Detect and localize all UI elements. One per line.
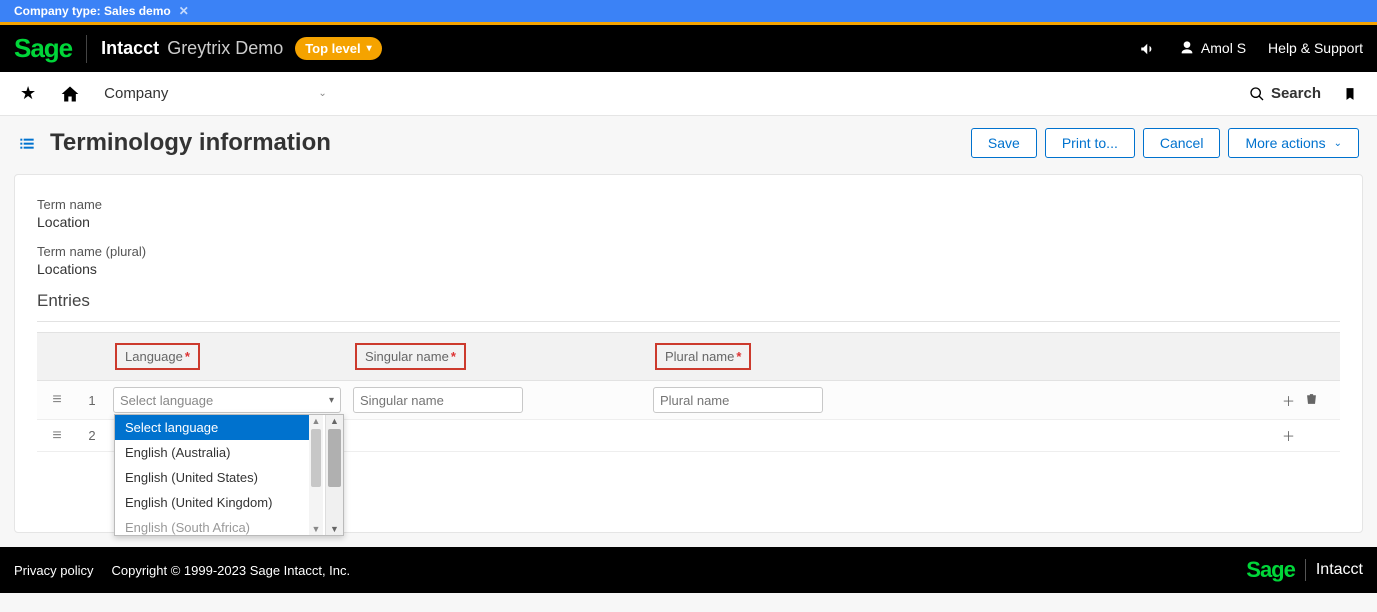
col-singular-header: Singular name* xyxy=(355,343,466,370)
page-header: Terminology information Save Print to...… xyxy=(0,116,1377,170)
dropdown-option[interactable]: English (South Africa) xyxy=(115,515,311,535)
search-icon xyxy=(1249,86,1265,102)
more-actions-label: More actions xyxy=(1245,135,1325,151)
table-header-row: Language* Singular name* Plural name* xyxy=(37,333,1340,381)
module-label: Company xyxy=(104,85,168,102)
divider xyxy=(37,321,1340,322)
chevron-down-icon: ▾ xyxy=(329,395,334,406)
term-plural-label: Term name (plural) xyxy=(37,244,1340,259)
entries-table: Language* Singular name* Plural name* ≡ … xyxy=(37,332,1340,452)
product-name: Intacct xyxy=(101,38,159,59)
topbar: Sage Intacct Greytrix Demo Top level ▾ A… xyxy=(0,22,1377,72)
menubar: ★ Company ⌄ Search xyxy=(0,72,1377,116)
dropdown-option[interactable]: Select language xyxy=(115,415,311,440)
chevron-down-icon: ⌄ xyxy=(318,88,326,99)
dropdown-option[interactable]: English (United Kingdom) xyxy=(115,490,311,515)
cancel-button[interactable]: Cancel xyxy=(1143,128,1221,158)
home-icon[interactable] xyxy=(60,83,80,104)
search-label: Search xyxy=(1271,85,1321,102)
chevron-down-icon: ▾ xyxy=(367,43,372,54)
level-selector[interactable]: Top level ▾ xyxy=(295,37,381,60)
search-button[interactable]: Search xyxy=(1249,85,1321,102)
divider xyxy=(1305,559,1306,581)
level-label: Top level xyxy=(305,41,360,56)
chevron-down-icon: ⌄ xyxy=(1334,138,1342,149)
page-title: Terminology information xyxy=(50,129,331,157)
bookmark-icon[interactable] xyxy=(1343,85,1357,103)
language-select[interactable]: Select language ▾ Select language Englis… xyxy=(113,387,341,413)
sage-logo: Sage xyxy=(14,33,72,64)
drag-handle-icon[interactable]: ≡ xyxy=(37,420,77,452)
demo-banner-text: Company type: Sales demo xyxy=(14,4,171,18)
demo-banner: Company type: Sales demo ✕ xyxy=(0,0,1377,22)
row-number: 2 xyxy=(77,420,107,452)
company-name: Greytrix Demo xyxy=(167,38,283,59)
privacy-link[interactable]: Privacy policy xyxy=(14,563,93,578)
form-card: Term name Location Term name (plural) Lo… xyxy=(14,174,1363,533)
term-name-value: Location xyxy=(37,214,1340,230)
page-actions: Save Print to... Cancel More actions ⌄ xyxy=(971,128,1359,158)
copyright-text: Copyright © 1999-2023 Sage Intacct, Inc. xyxy=(111,563,350,578)
user-name: Amol S xyxy=(1201,40,1246,56)
col-language-header: Language* xyxy=(115,343,200,370)
delete-row-icon[interactable] xyxy=(1305,391,1318,410)
table-row: ≡ 1 Select language ▾ Select language En… xyxy=(37,381,1340,420)
divider xyxy=(86,35,87,63)
scroll-down-icon[interactable]: ▼ xyxy=(330,523,339,535)
user-menu[interactable]: Amol S xyxy=(1179,40,1246,56)
plural-name-input[interactable] xyxy=(653,387,823,413)
entries-heading: Entries xyxy=(37,291,1340,311)
print-button[interactable]: Print to... xyxy=(1045,128,1135,158)
scrollbar[interactable]: ▲ ▼ xyxy=(325,415,343,535)
close-icon[interactable]: ✕ xyxy=(179,4,189,18)
product-name: Intacct xyxy=(1316,561,1363,579)
help-link[interactable]: Help & Support xyxy=(1268,40,1363,56)
language-dropdown: Select language English (Australia) Engl… xyxy=(114,414,344,536)
drag-handle-icon[interactable]: ≡ xyxy=(37,381,77,420)
user-icon xyxy=(1179,40,1195,56)
list-icon[interactable] xyxy=(18,133,36,154)
language-placeholder: Select language xyxy=(120,393,213,408)
term-name-label: Term name xyxy=(37,197,1340,212)
dropdown-option[interactable]: English (United States) xyxy=(115,465,311,490)
save-button[interactable]: Save xyxy=(971,128,1037,158)
row-number: 1 xyxy=(77,381,107,420)
topbar-right: Amol S Help & Support xyxy=(1139,39,1363,57)
col-plural-header: Plural name* xyxy=(655,343,751,370)
singular-name-input[interactable] xyxy=(353,387,523,413)
scroll-down-icon[interactable]: ▼ xyxy=(312,523,321,535)
scroll-up-icon[interactable]: ▲ xyxy=(330,415,339,427)
scroll-up-icon[interactable]: ▲ xyxy=(312,415,321,427)
module-selector[interactable]: Company ⌄ xyxy=(104,85,327,102)
more-actions-button[interactable]: More actions ⌄ xyxy=(1228,128,1359,158)
announcement-icon[interactable] xyxy=(1139,39,1157,57)
sage-logo: Sage xyxy=(1246,557,1295,583)
add-row-icon[interactable]: ＋ xyxy=(1282,426,1295,445)
term-plural-value: Locations xyxy=(37,261,1340,277)
scrollbar[interactable]: ▲ ▼ xyxy=(309,415,323,535)
dropdown-option[interactable]: English (Australia) xyxy=(115,440,311,465)
add-row-icon[interactable]: ＋ xyxy=(1282,391,1295,410)
star-icon[interactable]: ★ xyxy=(20,83,36,104)
footer: Privacy policy Copyright © 1999-2023 Sag… xyxy=(0,547,1377,593)
